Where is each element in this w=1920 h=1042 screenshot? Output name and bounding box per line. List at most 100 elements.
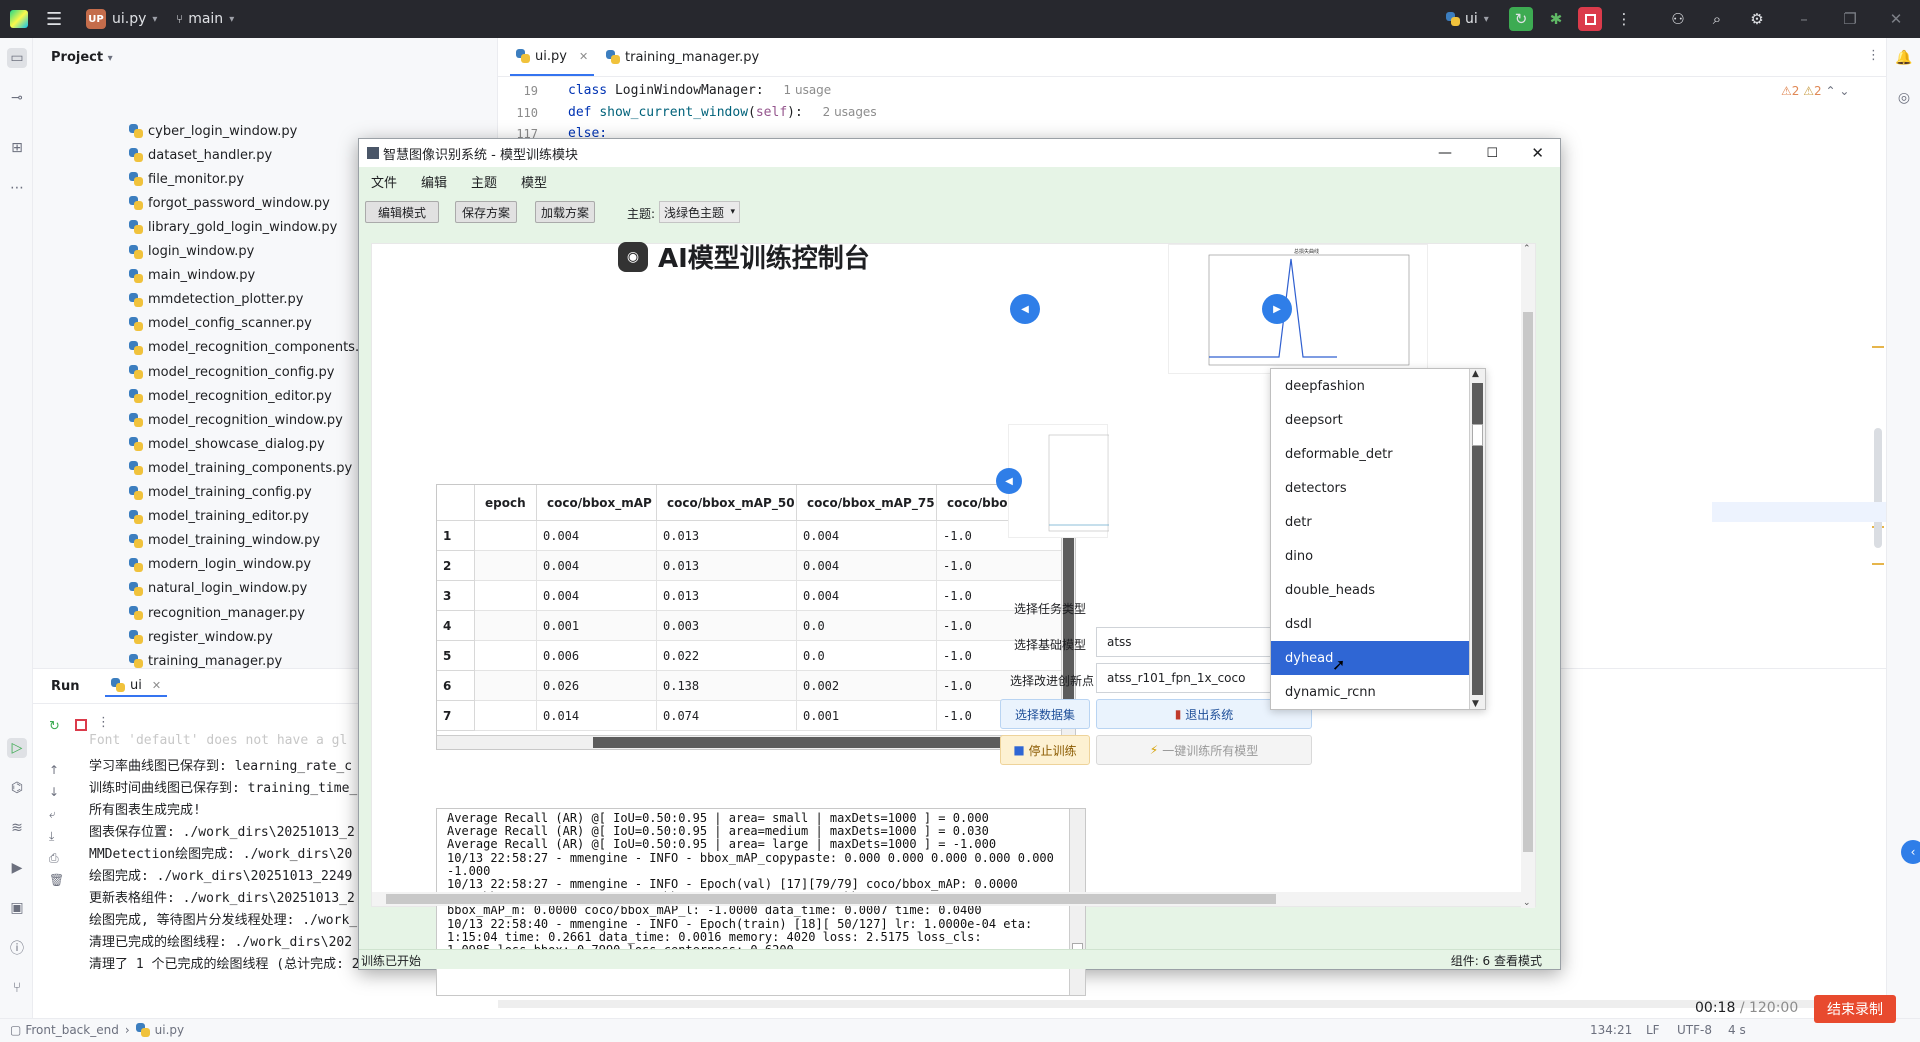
more-icon[interactable]: ⋮ [97,715,110,730]
dropdown-option[interactable]: double_heads [1271,573,1469,607]
table-cell[interactable]: 0.004 [537,581,657,611]
scroll-end-icon[interactable]: ⤓ [49,825,64,847]
layers-icon[interactable]: ≋ [7,818,27,838]
dropdown-option[interactable]: dynamic_rcnn [1271,675,1469,709]
menu-file[interactable]: 文件 [371,172,397,191]
close-icon[interactable]: ✕ [1884,7,1908,31]
row-header[interactable]: 4 [437,611,475,641]
dropdown-option[interactable]: dyhead [1271,641,1469,675]
project-file-item[interactable]: model_training_config.py [129,481,312,505]
cursor-position[interactable]: 134:21 [1590,1023,1632,1037]
dropdown-option[interactable]: deformable_detr [1271,437,1469,471]
indent-setting[interactable]: 4 s [1728,1023,1746,1037]
collapse-arrow-icon[interactable]: ‹ [1901,840,1920,864]
terminal-icon[interactable]: ▣ [7,898,27,918]
project-file-item[interactable]: natural_login_window.py [129,577,307,601]
print-icon[interactable]: ⎙ [49,847,64,869]
project-file-item[interactable]: cyber_login_window.py [129,119,297,143]
run-tab[interactable]: ui ✕ [105,675,168,697]
table-cell[interactable] [475,521,537,551]
editor-scrollbar[interactable] [1874,428,1882,548]
horizontal-scrollbar[interactable] [498,1000,1886,1008]
main-menu-icon[interactable]: ☰ [46,0,62,38]
run-config-selector[interactable]: ui ▾ [1446,0,1489,38]
table-cell[interactable]: 0.074 [657,701,797,731]
table-cell[interactable]: 0.004 [537,551,657,581]
table-cell[interactable]: 0.026 [537,671,657,701]
soft-wrap-icon[interactable]: ⤶ [49,803,64,825]
client-vscrollbar[interactable]: ⌃ ⌄ [1521,244,1535,908]
project-file-item[interactable]: recognition_manager.py [129,601,305,625]
project-file-item[interactable]: model_recognition_components.py [129,336,375,360]
project-file-item[interactable]: model_showcase_dialog.py [129,432,325,456]
project-folder-icon[interactable]: ▭ [7,48,27,68]
column-header[interactable]: epoch [475,485,537,521]
dropdown-option[interactable]: dino [1271,539,1469,573]
settings-gear-icon[interactable]: ⚙ [1745,7,1769,31]
prev-chart-button[interactable]: ◀ [1010,294,1040,324]
table-cell[interactable]: -1.0 [937,551,1063,581]
table-cell[interactable]: 0.022 [657,641,797,671]
project-file-item[interactable]: login_window.py [129,240,254,264]
row-header[interactable]: 1 [437,521,475,551]
table-cell[interactable]: 0.002 [797,671,937,701]
table-cell[interactable] [475,611,537,641]
table-cell[interactable]: 0.003 [657,611,797,641]
usage-hint[interactable]: 1 usage [784,83,832,97]
column-header[interactable]: coco/bbox_mAP_50 [657,485,797,521]
run-tool-icon[interactable]: ▷ [7,738,27,758]
select-dataset-button[interactable]: 选择数据集 [1000,699,1090,729]
maximize-icon[interactable]: ☐ [1486,146,1498,161]
project-file-item[interactable]: forgot_password_window.py [129,191,330,215]
close-icon[interactable]: ✕ [1531,144,1544,162]
more-actions-icon[interactable]: ⋮ [1612,7,1636,31]
ide-logo-icon[interactable] [10,0,28,38]
down-arrow-icon[interactable]: ↓ [49,781,64,803]
table-cell[interactable] [475,641,537,671]
stop-button[interactable] [1578,7,1602,31]
table-cell[interactable] [475,671,537,701]
table-cell[interactable]: 0.001 [537,611,657,641]
next-chart-button[interactable]: ▶ [1262,294,1292,324]
table-cell[interactable] [475,551,537,581]
trash-icon[interactable]: 🗑 [49,869,64,891]
add-user-icon[interactable]: ⚇ [1666,7,1690,31]
git-icon[interactable]: ⑂ [7,978,27,998]
rerun-icon[interactable]: ↻ [49,719,60,734]
line-separator[interactable]: LF [1646,1023,1660,1037]
save-scheme-button[interactable]: 保存方案 [455,201,517,223]
usage-hint[interactable]: 2 usages [823,105,877,119]
table-hscrollbar[interactable] [437,735,1063,749]
project-file-item[interactable]: model_recognition_editor.py [129,384,332,408]
project-file-item[interactable]: model_training_window.py [129,529,320,553]
debug-icon[interactable]: ✱ [1544,7,1568,31]
code-line[interactable]: def show_current_window(self): 2 usages [568,105,877,120]
project-panel-title[interactable]: Project ▾ [51,50,113,65]
project-file-item[interactable]: file_monitor.py [129,167,244,191]
search-icon[interactable]: ⌕ [1705,7,1729,31]
commit-icon[interactable]: ⊸ [7,88,27,108]
table-cell[interactable]: 0.014 [537,701,657,731]
structure-icon[interactable]: ⊞ [7,138,27,158]
minimize-icon[interactable]: – [1792,7,1816,31]
stop-training-button[interactable]: ■ 停止训练 [1000,735,1090,765]
table-cell[interactable]: 0.004 [537,521,657,551]
row-header[interactable]: 7 [437,701,475,731]
editor-more-icon[interactable]: ⋮ [1867,48,1880,63]
breadcrumb[interactable]: ▢ Front_back_end › ui.py [10,1023,184,1037]
project-file-item[interactable]: model_recognition_window.py [129,408,343,432]
table-cell[interactable]: 0.006 [537,641,657,671]
minimize-icon[interactable]: — [1438,145,1452,161]
close-tab-icon[interactable]: ✕ [152,679,161,692]
stop-recording-button[interactable]: 结束录制 [1814,995,1896,1023]
problems-icon[interactable]: ⓘ [7,938,27,958]
editor-tab-training-manager[interactable]: training_manager.py [600,38,765,76]
table-cell[interactable]: 0.001 [797,701,937,731]
train-all-models-button[interactable]: ⚡ 一键训练所有模型 [1096,735,1312,765]
client-hscrollbar[interactable] [372,892,1523,906]
column-header[interactable]: coco/bbox_mAP [537,485,657,521]
table-cell[interactable]: 0.004 [797,581,937,611]
restore-icon[interactable]: ❐ [1838,7,1862,31]
table-cell[interactable]: 0.0 [797,641,937,671]
warnings-indicator[interactable]: ⚠2 ⚠2 ⌃ ⌄ [1781,84,1849,98]
